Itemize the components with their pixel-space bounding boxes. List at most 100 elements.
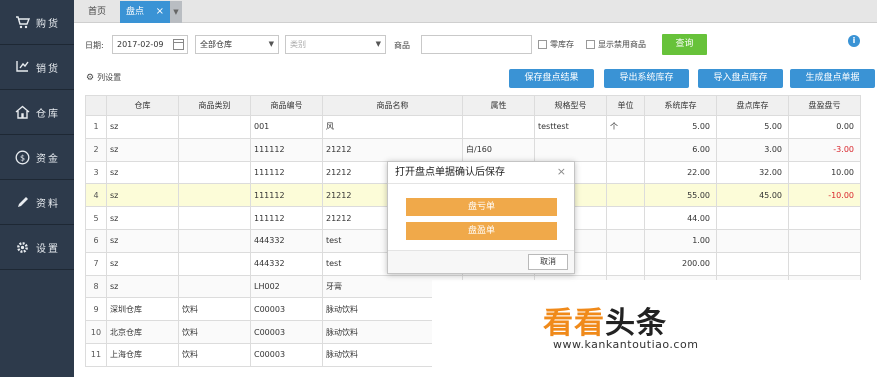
- table-cell: [606, 251, 645, 276]
- sidebar-item-settings[interactable]: 设置: [0, 225, 74, 270]
- table-cell: 6.00: [644, 137, 717, 162]
- table-cell[interactable]: [716, 228, 789, 253]
- goods-input[interactable]: [421, 35, 532, 54]
- table-cell: 444332: [250, 251, 323, 276]
- column-header[interactable]: 盘点库存: [716, 95, 789, 116]
- table-cell: sz: [106, 274, 179, 299]
- cart-icon: [14, 14, 30, 30]
- sidebar-item-label: 资金: [36, 153, 60, 165]
- table-cell: sz: [106, 228, 179, 253]
- sidebar-item-funds[interactable]: $ 资金: [0, 135, 74, 180]
- row-number: 5: [85, 206, 107, 230]
- sidebar-item-purchase[interactable]: 购货: [0, 0, 74, 45]
- table-cell: -10.00: [788, 183, 861, 208]
- table-cell: 1.00: [644, 228, 717, 253]
- table-cell[interactable]: [716, 206, 789, 230]
- sidebar-item-sales[interactable]: 销货: [0, 45, 74, 90]
- watermark-logo-black: 头条: [605, 306, 667, 341]
- save-count-result-button[interactable]: 保存盘点结果: [509, 69, 594, 88]
- table-cell: [178, 160, 251, 185]
- import-count-stock-button[interactable]: 导入盘点库存: [698, 69, 783, 88]
- toolbar: ⚙ 列设置 保存盘点结果 导出系统库存 导入盘点库存 生成盘点单据: [74, 67, 877, 89]
- close-icon[interactable]: ×: [557, 165, 566, 178]
- show-disabled-checkbox[interactable]: [586, 40, 595, 49]
- sidebar-item-warehouse[interactable]: 仓库: [0, 90, 74, 135]
- calendar-icon[interactable]: [173, 39, 184, 50]
- loss-document-button[interactable]: 盘亏单: [406, 198, 557, 216]
- row-number: 11: [85, 342, 107, 367]
- close-icon[interactable]: ×: [156, 1, 164, 23]
- export-system-stock-button[interactable]: 导出系统库存: [604, 69, 689, 88]
- column-header[interactable]: 商品名称: [322, 95, 463, 116]
- category-select[interactable]: 类别 ▼: [285, 35, 386, 54]
- table-cell: 上海仓库: [106, 342, 179, 367]
- chevron-down-icon[interactable]: ▼: [170, 1, 182, 23]
- table-cell: sz: [106, 206, 179, 230]
- gain-document-button[interactable]: 盘盈单: [406, 222, 557, 240]
- table-cell: sz: [106, 137, 179, 162]
- cancel-button[interactable]: 取消: [528, 254, 568, 270]
- column-header[interactable]: 仓库: [106, 95, 179, 116]
- warehouse-value: 全部仓库: [200, 40, 232, 49]
- sidebar-item-label: 设置: [36, 243, 60, 255]
- watermark-url: www.kankantoutiao.com: [553, 338, 699, 351]
- table-row[interactable]: 2 sz 111112 21212 白/160 6.00 3.00 -3.00: [85, 137, 861, 162]
- column-header[interactable]: 单位: [606, 95, 645, 116]
- table-cell[interactable]: 3.00: [716, 137, 789, 162]
- sidebar-item-label: 资料: [36, 198, 60, 210]
- table-cell: testtest: [534, 115, 607, 139]
- row-number: 9: [85, 297, 107, 322]
- table-cell: C00003: [250, 297, 323, 322]
- column-settings-button[interactable]: ⚙ 列设置: [86, 72, 121, 83]
- category-placeholder: 类别: [290, 40, 306, 49]
- table-cell[interactable]: 32.00: [716, 160, 789, 185]
- table-cell: sz: [106, 251, 179, 276]
- column-header[interactable]: 商品编号: [250, 95, 323, 116]
- row-number: 3: [85, 160, 107, 185]
- zero-stock-checkbox[interactable]: [538, 40, 547, 49]
- date-value: 2017-02-09: [117, 40, 164, 49]
- row-number: 2: [85, 137, 107, 162]
- table-cell: sz: [106, 183, 179, 208]
- warehouse-select[interactable]: 全部仓库 ▼: [195, 35, 279, 54]
- table-cell: sz: [106, 115, 179, 139]
- table-cell: [178, 183, 251, 208]
- row-number: 7: [85, 251, 107, 276]
- money-icon: $: [14, 149, 30, 165]
- watermark-logo: 看看头条: [543, 298, 667, 342]
- dialog-title: 打开盘点单据确认后保存: [388, 162, 574, 184]
- column-header[interactable]: 盘盈盘亏: [788, 95, 861, 116]
- table-cell: [178, 274, 251, 299]
- table-cell: 111112: [250, 160, 323, 185]
- table-cell: [462, 115, 535, 139]
- sidebar-item-data[interactable]: 资料: [0, 180, 74, 225]
- table-cell: [606, 228, 645, 253]
- table-cell: [178, 115, 251, 139]
- table-cell: 饮料: [178, 320, 251, 344]
- table-cell: 0.00: [788, 115, 861, 139]
- column-header[interactable]: 商品类别: [178, 95, 251, 116]
- watermark-logo-orange: 看看: [543, 306, 605, 341]
- sidebar-item-label: 仓库: [36, 108, 60, 120]
- goods-label: 商品: [394, 41, 410, 50]
- table-cell: -3.00: [788, 137, 861, 162]
- confirm-dialog: 打开盘点单据确认后保存 × 盘亏单 盘盈单 取消: [387, 161, 575, 274]
- tab-inventory-count[interactable]: 盘点 ×: [120, 1, 170, 23]
- sidebar: 购货 销货 仓库 $ 资金 资料 设置: [0, 0, 74, 377]
- show-disabled-label: 显示禁用商品: [598, 40, 646, 49]
- table-cell[interactable]: 5.00: [716, 115, 789, 139]
- query-button[interactable]: 查询: [662, 34, 707, 55]
- table-cell: LH002: [250, 274, 323, 299]
- table-cell: 风: [322, 115, 463, 139]
- table-cell: 22.00: [644, 160, 717, 185]
- column-header[interactable]: 规格型号: [534, 95, 607, 116]
- column-header[interactable]: 属性: [462, 95, 535, 116]
- table-cell[interactable]: 45.00: [716, 183, 789, 208]
- generate-count-document-button[interactable]: 生成盘点单据: [790, 69, 875, 88]
- table-row[interactable]: 1 sz 001 风 testtest 个 5.00 5.00 0.00: [85, 115, 861, 139]
- column-header[interactable]: 系统库存: [644, 95, 717, 116]
- table-cell[interactable]: [716, 251, 789, 276]
- info-icon[interactable]: i: [848, 35, 860, 47]
- date-input[interactable]: 2017-02-09: [112, 35, 188, 54]
- tab-home[interactable]: 首页: [78, 1, 116, 23]
